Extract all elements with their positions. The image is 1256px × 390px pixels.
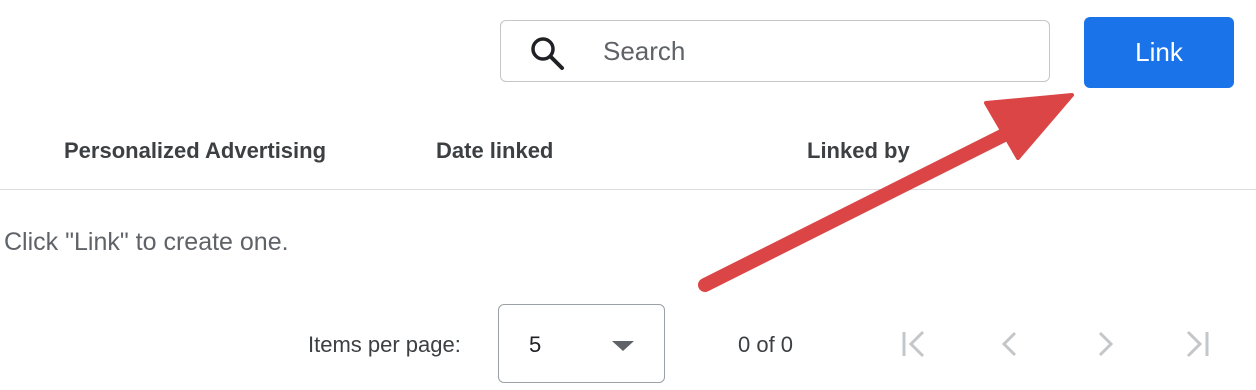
search-input[interactable] [603,31,1023,71]
chevron-right-icon [1086,331,1126,365]
previous-page-button[interactable] [990,326,1030,362]
search-icon [529,35,569,71]
link-button[interactable]: Link [1084,17,1234,88]
pagination-range-label: 0 of 0 [738,332,794,357]
column-header-personalized-advertising[interactable]: Personalized Advertising [64,138,326,164]
page: Link Personalized Advertising Date linke… [0,0,1256,390]
last-page-button[interactable] [1176,326,1216,362]
column-header-date-linked[interactable]: Date linked [436,138,553,164]
next-page-button[interactable] [1086,326,1126,362]
first-page-button[interactable] [895,326,935,362]
page-size-select[interactable]: 5 [498,304,665,383]
last-page-icon [1176,330,1216,365]
first-page-icon [895,330,935,365]
column-header-linked-by[interactable]: Linked by [807,138,910,164]
search-box[interactable] [500,20,1050,82]
empty-state-message: Click "Link" to create one. [4,228,289,256]
items-per-page-label: Items per page: [308,332,461,357]
chevron-left-icon [990,331,1030,365]
page-size-value: 5 [529,332,542,357]
chevron-down-icon [612,341,634,351]
table-header: Personalized Advertising Date linked Lin… [0,120,1256,190]
